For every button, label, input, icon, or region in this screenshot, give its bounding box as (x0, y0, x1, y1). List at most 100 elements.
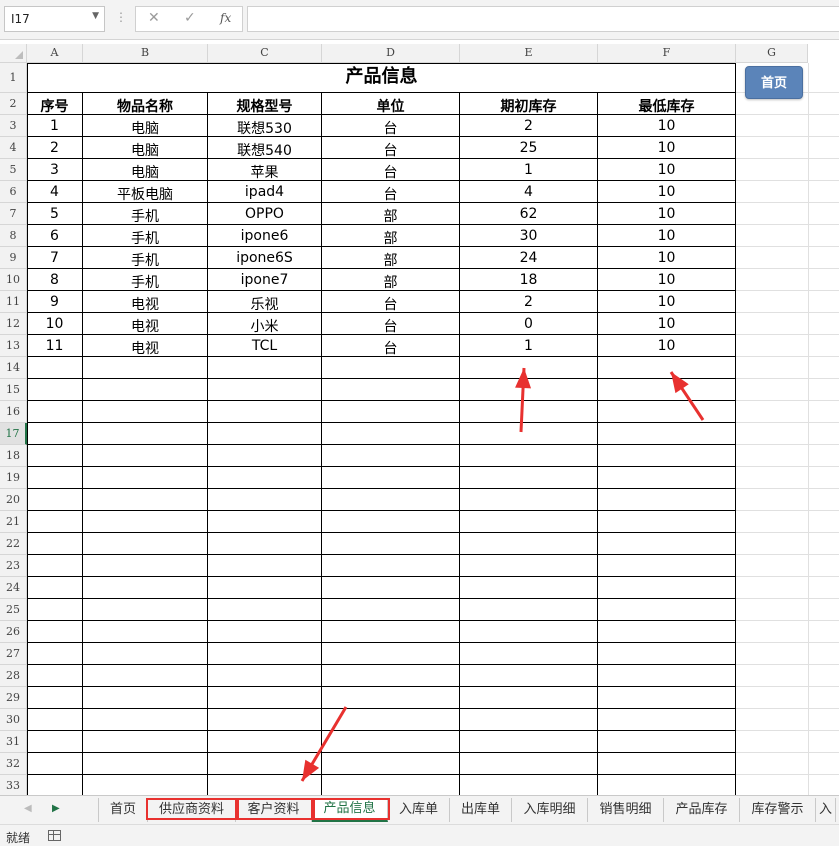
column-header-f[interactable]: F (598, 44, 736, 63)
table-cell[interactable]: 台 (322, 316, 459, 336)
sheet-tab[interactable]: 销售明细 (588, 798, 664, 822)
row-header-19[interactable]: 19 (0, 467, 27, 489)
column-header-a[interactable]: A (27, 44, 83, 63)
column-header-b[interactable]: B (83, 44, 208, 63)
table-header-cell[interactable]: 最低库存 (598, 96, 735, 116)
table-header-cell[interactable]: 期初库存 (460, 96, 597, 116)
row-header-7[interactable]: 7 (0, 203, 27, 225)
table-cell[interactable]: 10 (598, 206, 735, 222)
sheet-tab[interactable]: 产品库存 (664, 798, 740, 822)
row-header-16[interactable]: 16 (0, 401, 27, 423)
table-cell[interactable]: 1 (460, 338, 597, 354)
table-cell[interactable]: 台 (322, 162, 459, 182)
next-sheet-icon[interactable]: ▶ (52, 803, 60, 814)
row-header-1[interactable]: 1 (0, 63, 27, 93)
table-cell[interactable]: 小米 (208, 316, 321, 336)
table-cell[interactable]: 电视 (83, 338, 207, 358)
row-header-29[interactable]: 29 (0, 687, 27, 709)
table-cell[interactable]: 9 (27, 294, 82, 310)
row-header-14[interactable]: 14 (0, 357, 27, 379)
row-header-9[interactable]: 9 (0, 247, 27, 269)
table-cell[interactable]: 台 (322, 184, 459, 204)
table-cell[interactable]: 台 (322, 118, 459, 138)
sheet-tab[interactable]: 入 (816, 798, 836, 822)
chevron-down-icon[interactable]: ▼ (92, 11, 99, 21)
worksheet-grid[interactable]: 产品信息 序号 物品名称 规格型号 单位 期初库存 最低库存 1 电脑 联想530 台 2 10 2 电脑… (27, 63, 839, 795)
table-cell[interactable]: 4 (27, 184, 82, 200)
select-all-corner[interactable] (0, 44, 27, 63)
table-cell[interactable]: 电脑 (83, 162, 207, 182)
table-cell[interactable]: 联想540 (208, 140, 321, 160)
table-cell[interactable]: 手机 (83, 228, 207, 248)
row-header-13[interactable]: 13 (0, 335, 27, 357)
check-icon[interactable]: ✓ (184, 10, 196, 26)
table-cell[interactable]: 8 (27, 272, 82, 288)
table-cell[interactable]: 62 (460, 206, 597, 222)
table-cell[interactable]: 5 (27, 206, 82, 222)
row-header-28[interactable]: 28 (0, 665, 27, 687)
table-cell[interactable]: 1 (27, 118, 82, 134)
row-header-30[interactable]: 30 (0, 709, 27, 731)
table-cell[interactable]: 2 (460, 118, 597, 134)
table-header-cell[interactable]: 序号 (27, 96, 82, 116)
table-cell[interactable]: 10 (598, 294, 735, 310)
column-header-g[interactable]: G (736, 44, 808, 63)
table-header-cell[interactable]: 单位 (322, 96, 459, 116)
column-header-d[interactable]: D (322, 44, 460, 63)
row-header-26[interactable]: 26 (0, 621, 27, 643)
table-cell[interactable]: 手机 (83, 250, 207, 270)
row-header-17[interactable]: 17 (0, 423, 27, 445)
table-cell[interactable]: TCL (208, 338, 321, 354)
table-cell[interactable]: 部 (322, 272, 459, 292)
table-cell[interactable]: 30 (460, 228, 597, 244)
table-cell[interactable]: ipad4 (208, 184, 321, 200)
table-cell[interactable]: 台 (322, 338, 459, 358)
home-button[interactable]: 首页 (745, 66, 803, 99)
sheet-tab[interactable]: 入库明细 (512, 798, 588, 822)
row-header-25[interactable]: 25 (0, 599, 27, 621)
row-header-18[interactable]: 18 (0, 445, 27, 467)
table-cell[interactable]: 10 (27, 316, 82, 332)
sheet-tab[interactable]: 入库单 (388, 798, 450, 822)
row-header-2[interactable]: 2 (0, 93, 27, 115)
table-cell[interactable]: 10 (598, 228, 735, 244)
table-cell[interactable]: 电视 (83, 294, 207, 314)
row-header-5[interactable]: 5 (0, 159, 27, 181)
table-cell[interactable]: 10 (598, 338, 735, 354)
table-cell[interactable]: 台 (322, 294, 459, 314)
row-header-12[interactable]: 12 (0, 313, 27, 335)
table-cell[interactable]: 平板电脑 (83, 184, 207, 204)
table-cell[interactable]: 4 (460, 184, 597, 200)
table-cell[interactable]: ipone6 (208, 228, 321, 244)
table-header-cell[interactable]: 规格型号 (208, 96, 321, 116)
row-header-33[interactable]: 33 (0, 775, 27, 795)
prev-sheet-icon[interactable]: ◀ (24, 803, 32, 814)
table-cell[interactable]: ipone7 (208, 272, 321, 288)
row-header-23[interactable]: 23 (0, 555, 27, 577)
table-cell[interactable]: 24 (460, 250, 597, 266)
table-cell[interactable]: 电脑 (83, 140, 207, 160)
table-cell[interactable]: 电脑 (83, 118, 207, 138)
table-cell[interactable]: 部 (322, 206, 459, 226)
table-cell[interactable]: 10 (598, 184, 735, 200)
table-cell[interactable]: 手机 (83, 272, 207, 292)
formula-input[interactable] (247, 6, 839, 32)
column-header-e[interactable]: E (460, 44, 598, 63)
table-cell[interactable]: ipone6S (208, 250, 321, 266)
table-cell[interactable]: 部 (322, 250, 459, 270)
row-header-20[interactable]: 20 (0, 489, 27, 511)
table-cell[interactable]: 6 (27, 228, 82, 244)
row-header-22[interactable]: 22 (0, 533, 27, 555)
row-header-15[interactable]: 15 (0, 379, 27, 401)
table-cell[interactable]: 2 (27, 140, 82, 156)
cancel-icon[interactable]: ✕ (148, 10, 160, 26)
row-header-6[interactable]: 6 (0, 181, 27, 203)
column-header-c[interactable]: C (208, 44, 322, 63)
table-cell[interactable]: 乐视 (208, 294, 321, 314)
row-header-21[interactable]: 21 (0, 511, 27, 533)
row-header-11[interactable]: 11 (0, 291, 27, 313)
table-cell[interactable]: 10 (598, 162, 735, 178)
table-cell[interactable]: 10 (598, 250, 735, 266)
row-header-3[interactable]: 3 (0, 115, 27, 137)
table-cell[interactable]: 0 (460, 316, 597, 332)
